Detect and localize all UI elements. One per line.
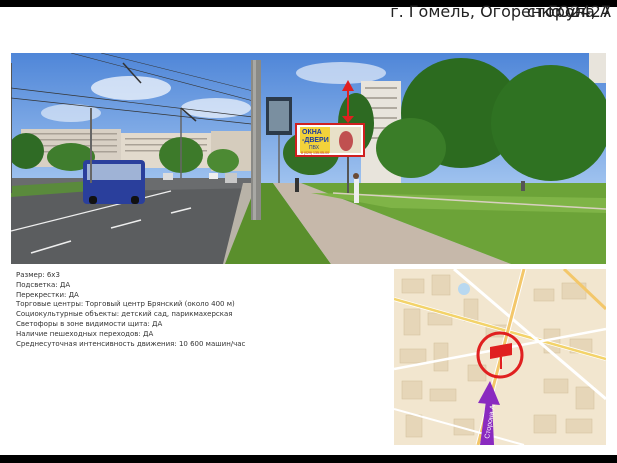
spec-traffic-lights: Светофоры в зоне видимости щита: ДА: [16, 319, 163, 328]
spec-lighting: Подсветка: ДА: [16, 280, 71, 289]
slide: г. Гомель, Огоренко ул., 7 сторона А ГО2…: [0, 2, 617, 455]
spec-crossings: Наличие пешеходных переходов: ДА: [16, 329, 154, 338]
spec-traffic: Среднесуточная интенсивность движения: 1…: [16, 339, 246, 348]
spec-malls: Торговые центры: Торговый центр Брянский…: [16, 300, 235, 309]
billboard-text-1: ОКНА: [302, 129, 322, 136]
specs-list: Размер: 6х3 Подсветка: ДА Перекрестки: Д…: [16, 271, 245, 349]
spec-social: Социокультурные объекты: детский сад, па…: [16, 310, 233, 319]
billboard-text-2: -ДВЕРИ: [302, 137, 329, 144]
billboard-phone: 8 (029) 135-05-00: [301, 151, 329, 155]
location-map: Сторона А: [394, 269, 606, 445]
board-code: ГО2427: [547, 2, 611, 21]
spec-crossroads: Перекрестки: ДА: [16, 290, 79, 299]
location-photo: ОКНА -ДВЕРИ ПВХ 8 (029) 135-05-00: [11, 53, 606, 264]
spec-size: Размер: 6х3: [16, 271, 60, 279]
